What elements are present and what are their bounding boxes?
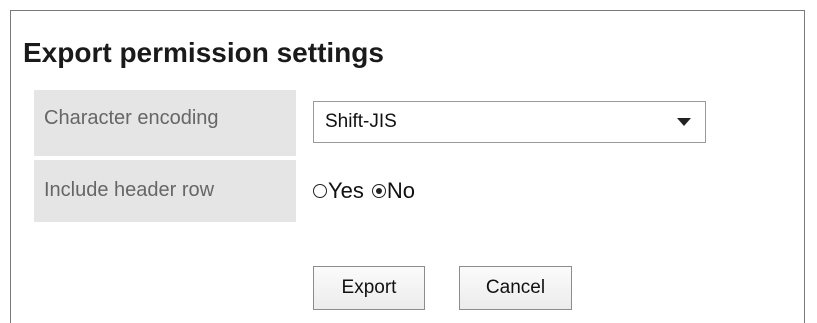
page-title: Export permission settings <box>23 37 384 68</box>
character-encoding-value: Shift-JIS <box>325 111 397 132</box>
character-encoding-select[interactable]: Shift-JIS <box>313 101 706 143</box>
include-header-row-label: Include header row <box>34 160 296 222</box>
export-button[interactable]: Export <box>313 266 425 310</box>
include-header-row-radio-group: Yes No <box>313 173 415 209</box>
radio-label-yes: Yes <box>328 178 364 203</box>
radio-option-no[interactable]: No <box>371 178 416 204</box>
radio-checked-icon[interactable] <box>371 184 386 198</box>
character-encoding-label: Character encoding <box>34 90 296 156</box>
cancel-button[interactable]: Cancel <box>459 266 572 310</box>
radio-label-no: No <box>386 178 416 203</box>
radio-unchecked-icon[interactable] <box>313 184 327 198</box>
chevron-down-icon <box>677 118 691 126</box>
radio-option-yes[interactable]: Yes <box>313 178 364 204</box>
